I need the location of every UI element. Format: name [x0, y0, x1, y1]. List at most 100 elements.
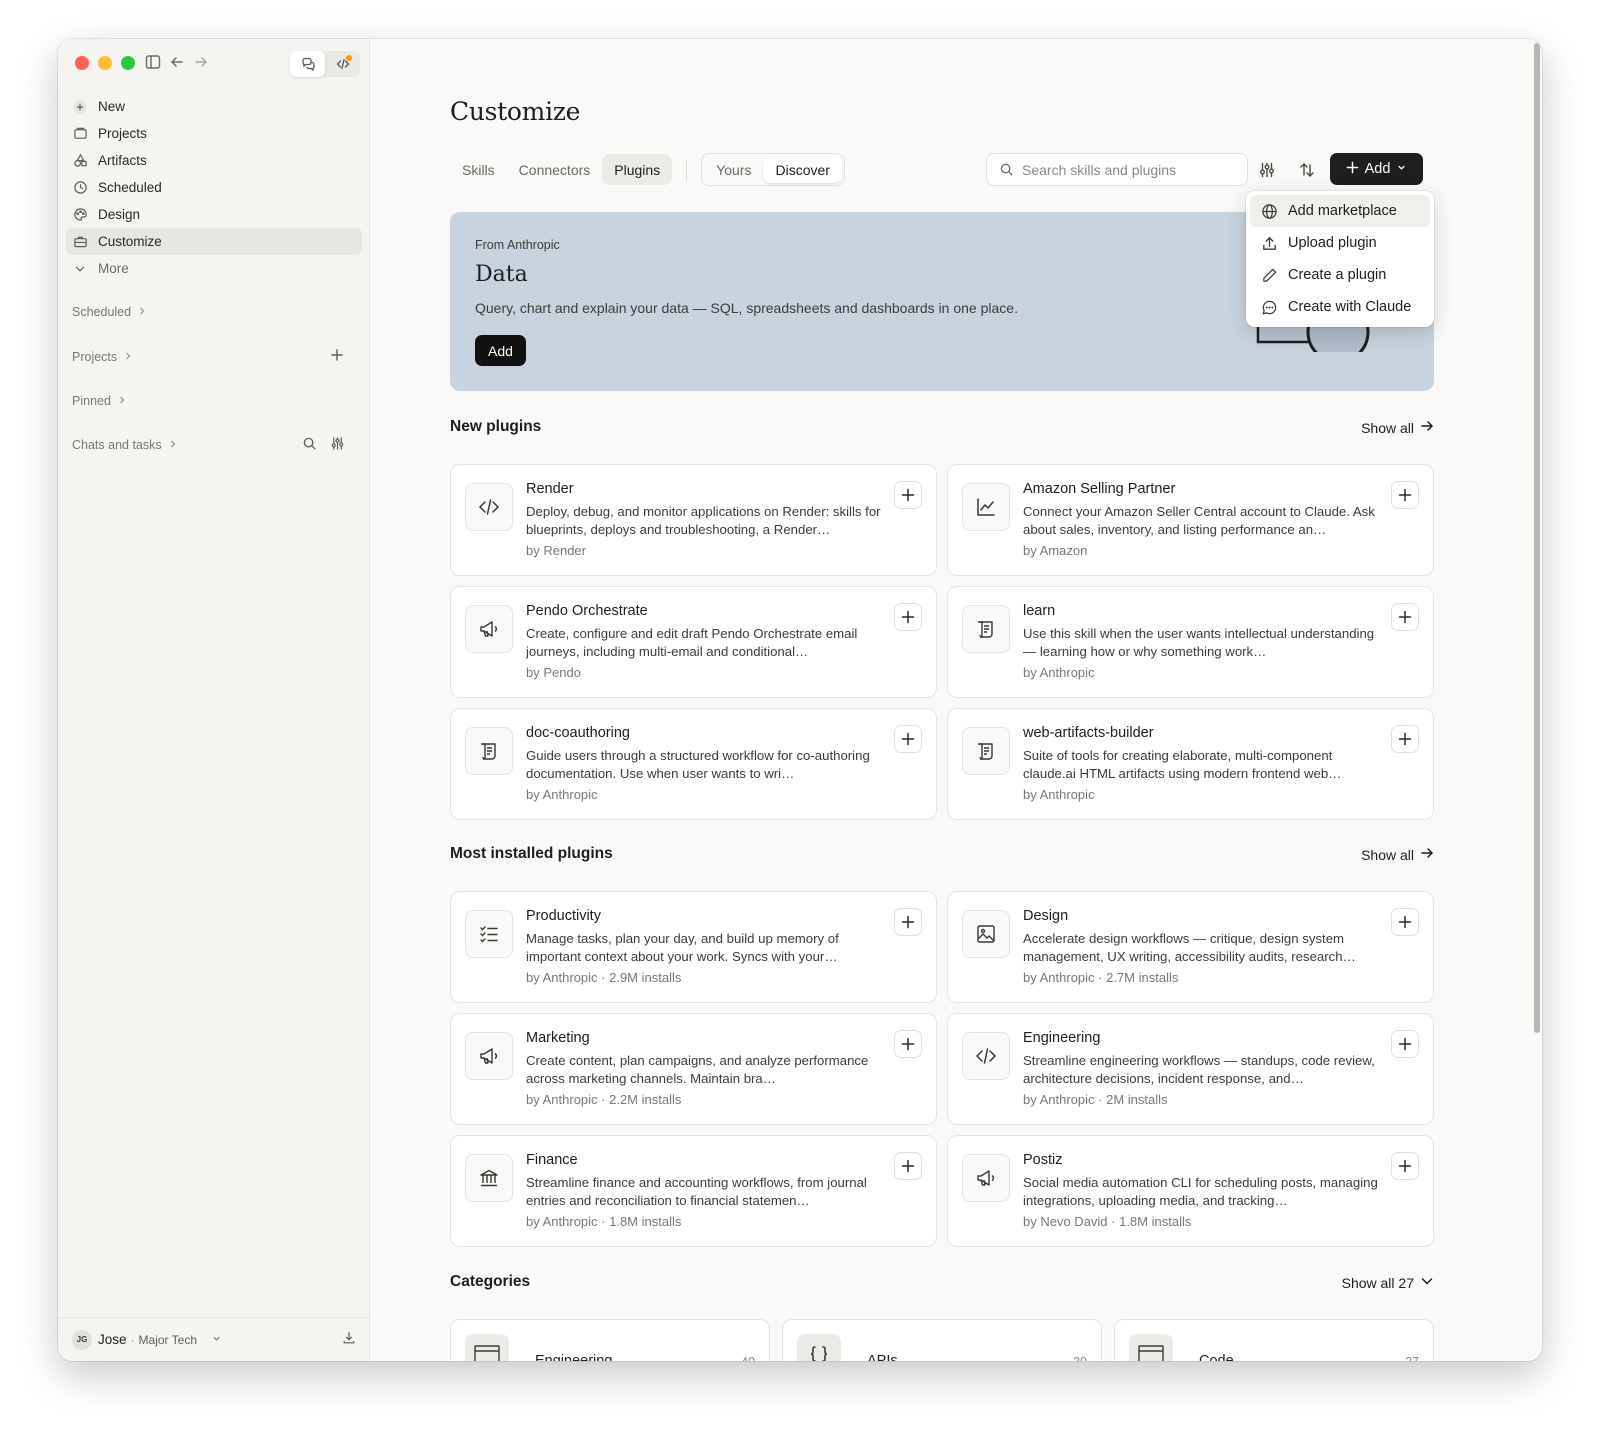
- menu-item-create-plugin[interactable]: Create a plugin: [1250, 259, 1430, 291]
- sidebar-item-projects[interactable]: Projects: [66, 120, 362, 147]
- menu-item-add-marketplace[interactable]: Add marketplace: [1250, 195, 1430, 227]
- search-input[interactable]: [1022, 161, 1232, 178]
- plugin-card[interactable]: Design Accelerate design workflows — cri…: [947, 891, 1434, 1003]
- code-mode-icon[interactable]: [325, 51, 360, 77]
- sidebar-section-projects[interactable]: Projects: [72, 350, 133, 364]
- maximize-window-button[interactable]: [121, 56, 135, 70]
- scroll-icon: [962, 727, 1010, 775]
- add-plugin-button[interactable]: [894, 1152, 922, 1180]
- add-plugin-button[interactable]: [894, 725, 922, 753]
- show-all-categories[interactable]: Show all 27: [1342, 1274, 1434, 1291]
- sidebar-section-chats[interactable]: Chats and tasks: [72, 438, 178, 452]
- category-card[interactable]: Engineering 40: [450, 1319, 770, 1361]
- category-card[interactable]: APIs 30: [782, 1319, 1102, 1361]
- sidebar-item-scheduled[interactable]: Scheduled: [66, 174, 362, 201]
- subtab-yours[interactable]: Yours: [704, 156, 763, 183]
- plugin-name: Postiz: [1023, 1152, 1063, 1168]
- plugin-card[interactable]: Engineering Streamline engineering workf…: [947, 1013, 1434, 1125]
- add-plugin-button[interactable]: [894, 603, 922, 631]
- filter-icon[interactable]: [1252, 155, 1282, 185]
- separator-dot: ·: [130, 1332, 135, 1347]
- braces-icon: [797, 1334, 841, 1361]
- sort-icon[interactable]: [1292, 155, 1322, 185]
- search-box: [986, 153, 1248, 186]
- minimize-window-button[interactable]: [98, 56, 112, 70]
- tab-skills[interactable]: Skills: [450, 154, 507, 185]
- add-project-icon[interactable]: [330, 348, 344, 367]
- menu-item-upload-plugin[interactable]: Upload plugin: [1250, 227, 1430, 259]
- user-org: Major Tech: [138, 1332, 198, 1347]
- plugin-description: Create content, plan campaigns, and anal…: [526, 1053, 869, 1086]
- add-plugin-button[interactable]: [1391, 1152, 1419, 1180]
- plugin-card[interactable]: web-artifacts-builder Suite of tools for…: [947, 708, 1434, 820]
- plugin-card[interactable]: doc-coauthoring Guide users through a st…: [450, 708, 937, 820]
- sidebar-item-label: Projects: [98, 126, 147, 141]
- scroll-icon: [962, 605, 1010, 653]
- filter-chats-icon[interactable]: [330, 436, 345, 456]
- sidebar-item-more[interactable]: More: [66, 255, 362, 282]
- add-plugin-button[interactable]: [1391, 481, 1419, 509]
- add-button[interactable]: Add: [1330, 153, 1423, 185]
- forward-arrow-icon[interactable]: [192, 53, 212, 73]
- window-icon: [1129, 1334, 1173, 1361]
- sidebar-section-scheduled[interactable]: Scheduled: [72, 305, 147, 319]
- section-title-new-plugins: New plugins: [450, 418, 542, 435]
- download-icon[interactable]: [342, 1331, 356, 1348]
- add-plugin-button[interactable]: [1391, 603, 1419, 631]
- sidebar-item-new[interactable]: New: [66, 93, 362, 120]
- user-menu[interactable]: JG Jose · Major Tech: [58, 1317, 370, 1361]
- category-card[interactable]: Code 27: [1114, 1319, 1434, 1361]
- plugin-card[interactable]: learn Use this skill when the user wants…: [947, 586, 1434, 698]
- sidebar-item-design[interactable]: Design: [66, 201, 362, 228]
- plus-circle-icon: [72, 99, 88, 115]
- plugin-card[interactable]: Render Deploy, debug, and monitor applic…: [450, 464, 937, 576]
- add-plugin-button[interactable]: [1391, 725, 1419, 753]
- sidebar-item-artifacts[interactable]: Artifacts: [66, 147, 362, 174]
- plugin-card[interactable]: Postiz Social media automation CLI for s…: [947, 1135, 1434, 1247]
- plugin-description: Accelerate design workflows — critique, …: [1023, 931, 1356, 964]
- chat-mode-icon[interactable]: [290, 51, 325, 77]
- add-plugin-button[interactable]: [894, 908, 922, 936]
- plugin-author: by Anthropic: [1023, 665, 1095, 680]
- new-plugins-grid: Render Deploy, debug, and monitor applic…: [450, 464, 1434, 820]
- close-window-button[interactable]: [75, 56, 89, 70]
- back-arrow-icon[interactable]: [168, 53, 188, 73]
- plugin-description: Deploy, debug, and monitor applications …: [526, 504, 881, 537]
- plugin-card[interactable]: Productivity Manage tasks, plan your day…: [450, 891, 937, 1003]
- plugin-card[interactable]: Amazon Selling Partner Connect your Amaz…: [947, 464, 1434, 576]
- plugin-description: Social media automation CLI for scheduli…: [1023, 1175, 1378, 1208]
- add-plugin-button[interactable]: [1391, 1030, 1419, 1058]
- show-all-most-installed[interactable]: Show all: [1361, 846, 1434, 863]
- category-name: APIs: [867, 1353, 898, 1361]
- sidebar-toggle-icon[interactable]: [144, 53, 164, 73]
- add-plugin-button[interactable]: [894, 481, 922, 509]
- window-icon: [465, 1334, 509, 1361]
- hero-add-button[interactable]: Add: [475, 335, 526, 366]
- subtab-discover[interactable]: Discover: [763, 156, 842, 183]
- search-chats-icon[interactable]: [302, 436, 317, 456]
- scrollbar-thumb[interactable]: [1534, 43, 1540, 1033]
- sidebar-item-label: Customize: [98, 234, 162, 249]
- clock-icon: [72, 180, 88, 196]
- menu-item-create-with-claude[interactable]: Create with Claude: [1250, 291, 1430, 323]
- palette-icon: [72, 207, 88, 223]
- sidebar-item-customize[interactable]: Customize: [66, 228, 362, 255]
- chevron-down-icon: [72, 261, 88, 277]
- tab-connectors[interactable]: Connectors: [507, 154, 603, 185]
- pencil-icon: [1260, 266, 1278, 284]
- plugin-card[interactable]: Marketing Create content, plan campaigns…: [450, 1013, 937, 1125]
- plugin-card[interactable]: Pendo Orchestrate Create, configure and …: [450, 586, 937, 698]
- plugin-card[interactable]: Finance Streamline finance and accountin…: [450, 1135, 937, 1247]
- upload-icon: [1260, 234, 1278, 252]
- add-plugin-button[interactable]: [894, 1030, 922, 1058]
- arrow-right-icon: [1420, 419, 1434, 436]
- plugin-author: by Pendo: [526, 665, 581, 680]
- tab-bar: Skills Connectors Plugins Yours Discover: [450, 153, 845, 186]
- plugin-author: by Anthropic · 1.8M installs: [526, 1214, 682, 1229]
- add-plugin-button[interactable]: [1391, 908, 1419, 936]
- section-label: Scheduled: [72, 305, 132, 319]
- mode-switcher: [290, 51, 360, 77]
- sidebar-section-pinned[interactable]: Pinned: [72, 394, 127, 408]
- show-all-new-plugins[interactable]: Show all: [1361, 419, 1434, 436]
- tab-plugins[interactable]: Plugins: [602, 154, 673, 185]
